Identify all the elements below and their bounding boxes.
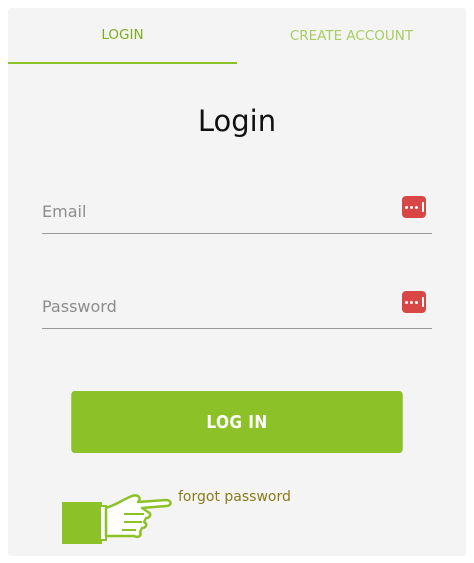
tab-create-account[interactable]: CREATE ACCOUNT <box>237 8 466 64</box>
password-key-icon[interactable] <box>402 291 426 313</box>
page-title: Login <box>197 104 277 138</box>
tab-login[interactable]: LOGIN <box>8 8 237 64</box>
password-field-wrapper <box>42 287 432 329</box>
email-field-wrapper <box>42 192 432 234</box>
password-input[interactable] <box>42 287 392 325</box>
auth-tabs: LOGIN CREATE ACCOUNT <box>8 8 466 64</box>
login-card: LOGIN CREATE ACCOUNT Login LOG IN forgot… <box>8 8 466 556</box>
forgot-password-link[interactable]: forgot password <box>178 489 291 505</box>
password-key-icon[interactable] <box>402 196 426 218</box>
pointing-hand-icon <box>62 494 172 544</box>
login-button[interactable]: LOG IN <box>71 391 403 453</box>
email-input[interactable] <box>42 192 392 230</box>
